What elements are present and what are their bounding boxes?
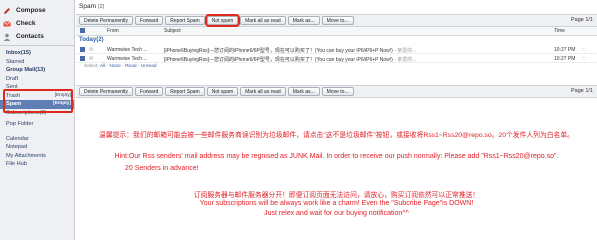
move-to-dropdown[interactable]: Move to... — [321, 16, 354, 25]
main-panel: Spam (2) Delete Permanently Forward Repo… — [76, 0, 597, 240]
row-checkbox[interactable] — [80, 47, 85, 54]
calendar-link[interactable]: Calendar — [0, 135, 74, 144]
contacts-button[interactable]: Contacts — [0, 30, 74, 43]
column-time[interactable]: Time — [554, 28, 565, 34]
select-prefix: Select: — [84, 64, 99, 69]
delete-permanently-button[interactable]: Delete Permanently — [79, 16, 133, 25]
folder-draft[interactable]: Draft — [0, 75, 74, 84]
pop-folder-link[interactable]: Pop Folder — [0, 120, 74, 129]
checkbox-icon — [80, 47, 85, 52]
select-unread-link[interactable]: Unread — [141, 64, 157, 69]
forward-button[interactable]: Forward — [134, 87, 164, 96]
file-hub-link[interactable]: File Hub — [0, 160, 74, 169]
message-row[interactable]: ✉ Warmwise Tech ... [iPhone6BuyingRss]--… — [76, 45, 597, 54]
forward-button[interactable]: Forward — [134, 16, 164, 25]
page-title-text: Spam — [79, 3, 96, 10]
sidebar-nav: Compose Check Contacts — [0, 0, 74, 43]
row-subject-text: [iPhone6BuyingRss]---您订阅的iPhone6/6P型号，现在… — [164, 47, 393, 54]
pagination: Page 1/1 — [570, 17, 593, 23]
mail-app: Compose Check Contacts Inbox(15) Starred… — [0, 0, 597, 240]
folder-inbox[interactable]: Inbox(15) — [0, 49, 74, 58]
notice-english-server: Your subscriptions will be always work l… — [199, 200, 474, 207]
move-to-dropdown[interactable]: Move to... — [321, 87, 354, 96]
checkbox-icon — [80, 56, 85, 61]
report-spam-button[interactable]: Report Spam — [165, 16, 205, 25]
star-icon[interactable]: ☆ — [581, 56, 585, 62]
row-time: 10:27 PM — [554, 55, 576, 62]
contacts-label: Contacts — [16, 33, 44, 40]
row-subject-text: [iPhone6BuyingRss]---您订阅的iPhone6/6P型号，现在… — [164, 56, 393, 63]
compose-button[interactable]: Compose — [0, 4, 74, 17]
row-from: Warmwise Tech ... — [107, 46, 148, 53]
column-header: From Subject Time — [76, 27, 597, 36]
row-time: 10:27 PM — [554, 46, 576, 53]
row-checkbox[interactable] — [80, 56, 85, 63]
mark-as-dropdown[interactable]: Mark as... — [287, 87, 320, 96]
delete-permanently-button[interactable]: Delete Permanently — [79, 87, 133, 96]
sidebar-divider — [0, 45, 74, 46]
mark-all-read-button[interactable]: Mark all as read — [240, 16, 286, 25]
date-group-label: Today(2) — [79, 37, 104, 43]
select-all-link[interactable]: All — [100, 64, 105, 69]
contacts-icon — [3, 33, 11, 41]
attachments-link[interactable]: My Attachments — [0, 152, 74, 161]
check-mail-label: Check — [16, 20, 36, 27]
envelope-icon: ✉ — [89, 55, 94, 62]
message-preview: 温馨提示：我们的邮箱可能会被一些邮件服务商误识别为垃圾邮件，请点击"这不是垃圾邮… — [76, 99, 597, 240]
notice-english-senders: 20 Senders in advance! — [125, 165, 199, 172]
notice-chinese-server: 订阅服务器与邮件服务器分开！即便订阅页面无法访问，请放心，购买订阅依然可以正常推… — [193, 192, 480, 199]
mark-all-read-button[interactable]: Mark all as read — [240, 87, 286, 96]
pagination: Page 1/1 — [570, 88, 593, 94]
folder-starred[interactable]: Starred — [0, 58, 74, 67]
check-mail-button[interactable]: Check — [0, 17, 74, 30]
toolbar-top: Delete Permanently Forward Report Spam N… — [76, 14, 597, 27]
select-none-link[interactable]: None — [109, 64, 120, 69]
select-bar: Select: All - None - Read - Unread — [84, 64, 157, 69]
folder-group-mail[interactable]: Group Mail(13) — [0, 66, 74, 75]
row-from: Warmwise Tech ... — [107, 55, 148, 62]
compose-label: Compose — [16, 7, 46, 14]
column-subject[interactable]: Subject — [164, 28, 181, 34]
row-preview: - 亲爱的... — [392, 47, 417, 54]
star-icon[interactable]: ☆ — [581, 47, 585, 53]
sidebar-links: Pop Folder Calendar Notepad My Attachmen… — [0, 120, 74, 169]
row-subject: [iPhone6BuyingRss]---您订阅的iPhone6/6P型号，现在… — [164, 56, 544, 63]
select-all-checkbox[interactable] — [80, 27, 85, 35]
row-subject: [iPhone6BuyingRss]---您订阅的iPhone6/6P型号，现在… — [164, 47, 544, 54]
page-title-count: (2) — [97, 4, 105, 10]
select-read-link[interactable]: Read — [125, 64, 136, 69]
column-from[interactable]: From — [107, 28, 119, 34]
compose-icon — [3, 7, 11, 15]
checkbox-icon — [80, 27, 85, 33]
envelope-icon: ✉ — [89, 46, 94, 53]
check-mail-icon — [3, 20, 11, 28]
page-title: Spam (2) — [76, 0, 597, 14]
highlight-box-sidebar — [3, 89, 73, 113]
row-preview: - 亲爱的... — [392, 56, 417, 63]
message-row[interactable]: ✉ Warmwise Tech ... [iPhone6BuyingRss]--… — [76, 54, 597, 63]
not-spam-button[interactable]: Not spam — [206, 87, 239, 96]
sidebar: Compose Check Contacts Inbox(15) Starred… — [0, 0, 75, 240]
notice-chinese-whitelist: 温馨提示：我们的邮箱可能会被一些邮件服务商误识别为垃圾邮件，请点击"这不是垃圾邮… — [99, 132, 574, 139]
notepad-link[interactable]: Notepad — [0, 143, 74, 152]
mark-as-dropdown[interactable]: Mark as... — [287, 16, 320, 25]
toolbar-bottom: Delete Permanently Forward Report Spam N… — [76, 85, 597, 98]
report-spam-button[interactable]: Report Spam — [165, 87, 205, 96]
not-spam-button[interactable]: Not spam — [204, 14, 241, 27]
notice-english-wait: Just relex and wait for our buying notif… — [264, 210, 409, 217]
notice-english-whitelist: Hint:Our Rss senders' mail address may b… — [114, 153, 559, 160]
